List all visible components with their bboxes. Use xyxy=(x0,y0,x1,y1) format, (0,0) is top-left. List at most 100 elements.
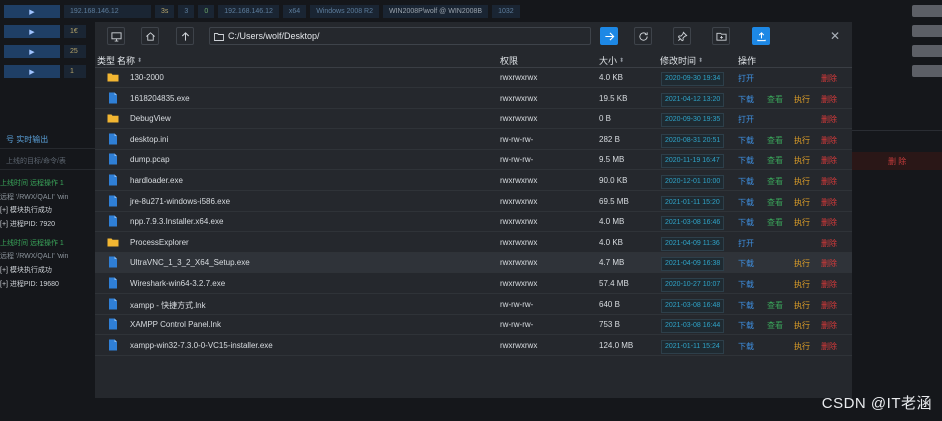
exec-button[interactable]: 执行 xyxy=(794,300,810,311)
download-button[interactable]: 下载 xyxy=(738,155,754,166)
delete-button[interactable]: 删除 xyxy=(821,114,837,125)
download-button[interactable]: 下载 xyxy=(738,300,754,311)
side-button[interactable] xyxy=(912,25,942,37)
log-search-input[interactable]: 上线的目标/命令/表 xyxy=(6,156,66,166)
file-row[interactable]: npp.7.9.3.Installer.x64.exe rwxrwxrwx 4.0 … xyxy=(95,212,852,233)
exec-button[interactable]: 执行 xyxy=(794,217,810,228)
refresh-button[interactable] xyxy=(634,27,652,45)
exec-button[interactable]: 执行 xyxy=(794,320,810,331)
exec-button[interactable]: 执行 xyxy=(794,135,810,146)
file-row[interactable]: 130-2000 rwxrwxrwx 4.0 KB 2020-09-30 19:34 打… xyxy=(95,68,852,88)
drives-button[interactable] xyxy=(107,27,125,45)
file-row[interactable]: UltraVNC_1_3_2_X64_Setup.exe rwxrwxrwx 4.7… xyxy=(95,253,852,274)
download-button[interactable]: 下载 xyxy=(738,217,754,228)
download-button[interactable]: 下载 xyxy=(738,197,754,208)
file-name[interactable]: ProcessExplorer xyxy=(130,238,189,247)
home-button[interactable] xyxy=(141,27,159,45)
file-name[interactable]: xampp - 快捷方式.lnk xyxy=(130,300,206,311)
view-button[interactable]: 查看 xyxy=(767,94,783,105)
view-button[interactable]: 查看 xyxy=(767,155,783,166)
file-name[interactable]: Wireshark-win64-3.2.7.exe xyxy=(130,279,225,288)
view-button[interactable]: 查看 xyxy=(767,320,783,331)
host-row[interactable]: ▶ 192.168.146.12 3s 3 0 192.168.146.12 x… xyxy=(0,5,520,18)
download-button[interactable]: 下载 xyxy=(738,320,754,331)
file-row[interactable]: XAMPP Control Panel.lnk rw-rw-rw- 753 B 202… xyxy=(95,315,852,336)
open-button[interactable]: 打开 xyxy=(738,73,754,84)
file-row[interactable]: ProcessExplorer rwxrwxrwx 4.0 KB 2021-04-09… xyxy=(95,233,852,253)
col-size[interactable]: 大小 ⬍ xyxy=(599,54,624,67)
exec-button[interactable]: 执行 xyxy=(794,341,810,352)
delete-button[interactable]: 删除 xyxy=(821,135,837,146)
file-row[interactable]: xampp-win32-7.3.0-0-VC15-installer.exe rw… xyxy=(95,336,852,356)
up-button[interactable] xyxy=(176,27,194,45)
view-button[interactable]: 查看 xyxy=(767,135,783,146)
download-button[interactable]: 下载 xyxy=(738,341,754,352)
download-button[interactable]: 下载 xyxy=(738,135,754,146)
delete-button[interactable]: 删除 xyxy=(821,73,837,84)
path-input[interactable]: C:/Users/wolf/Desktop/ xyxy=(209,27,591,45)
upload-button[interactable] xyxy=(752,27,770,45)
exec-button[interactable]: 执行 xyxy=(794,197,810,208)
delete-button[interactable]: 删除 xyxy=(821,279,837,290)
delete-button[interactable]: 删除 xyxy=(821,217,837,228)
delete-button[interactable]: 删除 xyxy=(821,176,837,187)
file-name[interactable]: 130-2000 xyxy=(130,73,164,82)
file-row[interactable]: hardloader.exe rwxrwxrwx 90.0 KB 2020-12-01… xyxy=(95,171,852,191)
view-button[interactable]: 查看 xyxy=(767,197,783,208)
file-row[interactable]: xampp - 快捷方式.lnk rw-rw-rw- 640 B 2021-03-08… xyxy=(95,295,852,315)
file-row[interactable]: DebugView rwxrwxrwx 0 B 2020-09-30 19:35 打开 删… xyxy=(95,109,852,130)
col-mtime[interactable]: 修改时间 ⬍ xyxy=(660,54,703,67)
side-button[interactable] xyxy=(912,5,942,17)
delete-button[interactable]: 删除 xyxy=(821,300,837,311)
file-row[interactable]: desktop.ini rw-rw-rw- 282 B 2020-08-31 20:5… xyxy=(95,130,852,150)
file-name[interactable]: xampp-win32-7.3.0-0-VC15-installer.exe xyxy=(130,341,273,350)
exec-button[interactable]: 执行 xyxy=(794,94,810,105)
file-row[interactable]: 1618204835.exe rwxrwxrwx 19.5 KB 2021-04-12… xyxy=(95,89,852,109)
file-name[interactable]: dump.pcap xyxy=(130,155,170,164)
exec-button[interactable]: 执行 xyxy=(794,176,810,187)
download-button[interactable]: 下载 xyxy=(738,94,754,105)
side-button[interactable] xyxy=(912,65,942,77)
delete-button[interactable]: 删除 xyxy=(821,94,837,105)
file-row[interactable]: jre-8u271-windows-i586.exe rwxrwxrwx 69.5 … xyxy=(95,192,852,212)
file-row[interactable]: dump.pcap rw-rw-rw- 9.5 MB 2020-11-19 16:47… xyxy=(95,150,852,171)
exec-button[interactable]: 执行 xyxy=(794,155,810,166)
delete-button[interactable]: 删除 xyxy=(821,258,837,269)
close-icon[interactable]: ✕ xyxy=(830,29,840,43)
file-name[interactable]: UltraVNC_1_3_2_X64_Setup.exe xyxy=(130,258,250,267)
file-name[interactable]: npp.7.9.3.Installer.x64.exe xyxy=(130,217,223,226)
file-name[interactable]: desktop.ini xyxy=(130,135,168,144)
delete-host-button[interactable]: 删 除 xyxy=(852,152,942,170)
file-row[interactable]: Wireshark-win64-3.2.7.exe rwxrwxrwx 57.4 M… xyxy=(95,274,852,294)
go-button[interactable] xyxy=(600,27,618,45)
download-button[interactable]: 下载 xyxy=(738,279,754,290)
delete-button[interactable]: 删除 xyxy=(821,341,837,352)
open-button[interactable]: 打开 xyxy=(738,114,754,125)
expand-arrow-icon[interactable]: ▶ xyxy=(4,5,60,18)
file-name[interactable]: DebugView xyxy=(130,114,171,123)
side-button[interactable] xyxy=(912,45,942,57)
expand-arrow-icon[interactable]: ▶ xyxy=(4,45,60,58)
exec-button[interactable]: 执行 xyxy=(794,258,810,269)
open-button[interactable]: 打开 xyxy=(738,238,754,249)
col-name[interactable]: 名称 ⬍ xyxy=(117,54,142,67)
host-row[interactable]: ▶ 1 xyxy=(0,65,86,78)
download-button[interactable]: 下载 xyxy=(738,176,754,187)
view-button[interactable]: 查看 xyxy=(767,217,783,228)
output-tab[interactable]: 号 实时输出 xyxy=(6,134,48,145)
download-button[interactable]: 下载 xyxy=(738,258,754,269)
exec-button[interactable]: 执行 xyxy=(794,279,810,290)
file-name[interactable]: hardloader.exe xyxy=(130,176,183,185)
delete-button[interactable]: 删除 xyxy=(821,197,837,208)
view-button[interactable]: 查看 xyxy=(767,300,783,311)
delete-button[interactable]: 删除 xyxy=(821,238,837,249)
expand-arrow-icon[interactable]: ▶ xyxy=(4,25,60,38)
host-row[interactable]: ▶ 25 xyxy=(0,45,86,58)
file-name[interactable]: jre-8u271-windows-i586.exe xyxy=(130,197,230,206)
new-folder-button[interactable] xyxy=(712,27,730,45)
pin-button[interactable] xyxy=(673,27,691,45)
delete-button[interactable]: 删除 xyxy=(821,155,837,166)
expand-arrow-icon[interactable]: ▶ xyxy=(4,65,60,78)
host-row[interactable]: ▶ 1€ xyxy=(0,25,86,38)
view-button[interactable]: 查看 xyxy=(767,176,783,187)
